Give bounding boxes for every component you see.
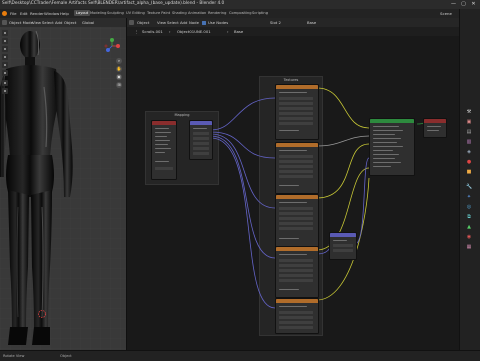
perspective-grid-icon[interactable]: ⊞ (116, 82, 122, 88)
camera-icon[interactable]: ▣ (116, 74, 122, 80)
transform-tool-icon[interactable] (2, 70, 8, 76)
texture-properties-icon[interactable]: ▦ (466, 244, 472, 250)
character-model[interactable] (0, 27, 100, 350)
tab-texture-paint[interactable]: Texture Paint (145, 10, 172, 16)
pan-hand-icon[interactable]: ✋ (116, 66, 122, 72)
transform-orientation[interactable]: Global (82, 20, 94, 25)
editor-type-icon[interactable] (2, 20, 7, 25)
world-properties-icon[interactable]: ● (466, 159, 472, 165)
close-button[interactable]: ✕ (470, 1, 477, 7)
properties-sidebar: ⚒ ▣ ▤ ▥ ◈ ● ■ 🔧 ✦ ◎ ⧉ ▲ ◉ ▦ (459, 9, 480, 350)
tab-scripting[interactable]: Scripting (250, 10, 270, 16)
status-hint-center: Object (60, 353, 72, 358)
physics-properties-icon[interactable]: ◎ (466, 204, 472, 210)
menu-help[interactable]: Help (60, 11, 69, 16)
3d-cursor-icon[interactable] (37, 309, 47, 319)
maximize-button[interactable]: ▢ (460, 1, 467, 7)
status-hint-left: Rotate View (3, 353, 25, 358)
window-title: Self\Desktop\CCTrader\Female Artifacts S… (2, 1, 225, 6)
tool-properties-icon[interactable]: ⚒ (466, 109, 472, 115)
menu-edit[interactable]: Edit (20, 11, 28, 16)
normal-map-node[interactable] (329, 232, 357, 260)
data-properties-icon[interactable]: ▲ (466, 224, 472, 230)
mode-selector[interactable]: Object Mode (9, 20, 33, 25)
navigation-gizmo-icon[interactable] (104, 38, 120, 54)
constraints-properties-icon[interactable]: ⧉ (466, 214, 472, 220)
measure-tool-icon[interactable] (2, 88, 8, 94)
material-output-node[interactable] (423, 118, 447, 138)
select-tool-icon[interactable] (2, 30, 8, 36)
menu-select[interactable]: Select (42, 20, 54, 25)
image-texture-node-1[interactable] (275, 84, 319, 140)
image-texture-node-2[interactable] (275, 142, 319, 194)
menu-view[interactable]: View (32, 20, 41, 25)
menu-render[interactable]: Render (30, 11, 44, 16)
menu-window[interactable]: Window (44, 11, 59, 16)
tab-rendering[interactable]: Rendering (206, 10, 228, 16)
tab-animation[interactable]: Animation (186, 10, 208, 16)
principled-bsdf-node[interactable] (369, 118, 415, 176)
view-layer-icon[interactable]: ▥ (466, 139, 472, 145)
menu-file[interactable]: File (10, 11, 17, 16)
tab-sculpting[interactable]: Sculpting (105, 10, 126, 16)
image-texture-node-3[interactable] (275, 194, 319, 248)
3d-viewport[interactable]: Object Mode View Select Add Object Globa… (0, 18, 126, 350)
zoom-icon[interactable]: ⌕ (116, 58, 122, 64)
mapping-node[interactable] (189, 120, 213, 160)
modifier-properties-icon[interactable]: 🔧 (466, 184, 472, 190)
tab-uv-editing[interactable]: UV Editing (124, 10, 147, 16)
object-properties-icon[interactable]: ■ (466, 169, 472, 175)
menu-object[interactable]: Object (64, 20, 76, 25)
material-properties-icon[interactable]: ◉ (466, 234, 472, 240)
shader-node-editor[interactable]: Object View Select Add Node Use Nodes Sl… (126, 18, 460, 350)
menu-add[interactable]: Add (55, 20, 62, 25)
status-bar: Rotate View Object (0, 350, 480, 361)
scale-tool-icon[interactable] (2, 62, 8, 68)
cursor-tool-icon[interactable] (2, 38, 8, 44)
scene-selector[interactable]: Scene (440, 11, 452, 16)
texture-coordinate-node[interactable] (151, 120, 177, 180)
minimize-button[interactable]: — (450, 1, 457, 7)
move-tool-icon[interactable] (2, 46, 8, 52)
scene-properties-icon[interactable]: ◈ (466, 149, 472, 155)
render-properties-icon[interactable]: ▣ (466, 119, 472, 125)
output-properties-icon[interactable]: ▤ (466, 129, 472, 135)
annotate-tool-icon[interactable] (2, 80, 8, 86)
image-texture-node-4[interactable] (275, 246, 319, 298)
particles-properties-icon[interactable]: ✦ (466, 194, 472, 200)
viewport-header: Object Mode View Select Add Object Globa… (0, 18, 126, 27)
blender-logo-icon[interactable] (2, 11, 7, 16)
rotate-tool-icon[interactable] (2, 54, 8, 60)
image-texture-node-5[interactable] (275, 298, 319, 334)
